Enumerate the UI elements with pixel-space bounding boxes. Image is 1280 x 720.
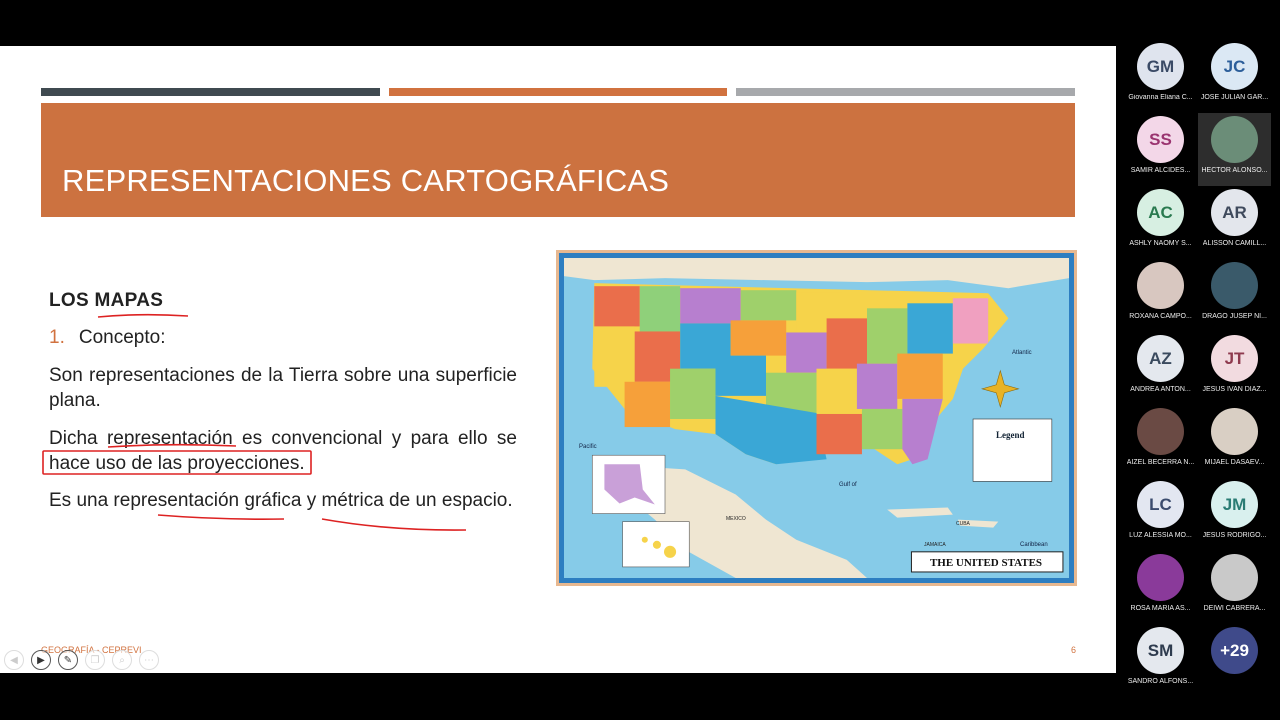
participant-tile[interactable]: GM Giovanna Eliana C... (1124, 40, 1197, 113)
next-icon[interactable]: ▶ (31, 650, 51, 670)
map-label-pacific: Pacific (579, 444, 597, 450)
participant-tile[interactable]: ROXANA CAMPO... (1124, 259, 1197, 332)
participant-name: DEIWI CABRERA... (1203, 605, 1266, 612)
participant-tile[interactable]: JT JESÚS IVAN DIAZ... (1198, 332, 1271, 405)
participant-name: LUZ ALESSIA MO... (1129, 532, 1192, 539)
participant-tile[interactable]: AZ ANDREA ANTON... (1124, 332, 1197, 405)
participants-panel: GM Giovanna Eliana C... JC JOSE JULIAN GAR.… (1124, 40, 1274, 700)
map-label-cuba: CUBA (956, 521, 970, 527)
title-band: REPRESENTACIONES CARTOGRÁFICAS (41, 103, 1075, 217)
screen: REPRESENTACIONES CARTOGRÁFICAS LOS MAPAS… (0, 0, 1280, 720)
participant-avatar: AC (1137, 189, 1184, 236)
paragraph-convention: Dicha representación es convencional y p… (49, 428, 517, 474)
participant-photo (1137, 408, 1184, 455)
map-legend-title: Legend (996, 430, 1025, 440)
participant-avatar: SM (1137, 627, 1184, 674)
participant-photo (1137, 262, 1184, 309)
participant-avatar: SS (1137, 116, 1184, 163)
us-map-image: Legend THE UNITED STATES Pacific Atlanti… (556, 250, 1077, 586)
zoom-icon[interactable]: ⌕ (112, 650, 132, 670)
slide-page-number: 6 (1070, 645, 1076, 655)
map-label-mexico: MEXICO (726, 516, 746, 522)
participant-avatar: JC (1211, 43, 1258, 90)
pen-icon[interactable]: ✎ (58, 650, 78, 670)
participant-name: MIJAEL DASAEV... (1204, 459, 1265, 466)
paragraph-graphic: Es una representación gráfica y métrica … (49, 490, 513, 511)
participant-photo (1137, 554, 1184, 601)
list-item-label: Concepto: (78, 327, 166, 348)
participant-tile[interactable]: JM JESUS RODRIGO... (1198, 478, 1271, 551)
decorative-bar-orange (389, 88, 727, 96)
participant-avatar: +29 (1211, 627, 1258, 674)
participant-name: ROXANA CAMPO... (1129, 313, 1192, 320)
participant-name: HECTOR ALONSO... (1201, 167, 1268, 174)
participant-tile[interactable]: +29 (1198, 624, 1271, 697)
presentation-slide: REPRESENTACIONES CARTOGRÁFICAS LOS MAPAS… (0, 46, 1116, 673)
participant-photo (1211, 554, 1258, 601)
list-number: 1. (49, 327, 65, 348)
participant-name: JESÚS IVAN DIAZ... (1202, 386, 1267, 393)
participant-tile[interactable]: DRAGO JUSEP NI... (1198, 259, 1271, 332)
section-heading: LOS MAPAS (49, 290, 164, 311)
more-icon[interactable]: ⋯ (139, 650, 159, 670)
participant-avatar: LC (1137, 481, 1184, 528)
participant-name: ASHLY NAOMY S... (1129, 240, 1192, 247)
participant-photo (1211, 408, 1258, 455)
participant-avatar: JM (1211, 481, 1258, 528)
participant-photo (1211, 262, 1258, 309)
participant-name: JOSE JULIAN GAR... (1200, 94, 1269, 101)
participant-name: ANDREA ANTON... (1130, 386, 1191, 393)
prev-icon[interactable]: ◀ (4, 650, 24, 670)
participant-name: SAMIR ALCIDES... (1130, 167, 1191, 174)
participant-tile[interactable]: LC LUZ ALESSIA MO... (1124, 478, 1197, 551)
participant-tile[interactable]: MIJAEL DASAEV... (1198, 405, 1271, 478)
participant-name: ALISSON CAMILL... (1202, 240, 1267, 247)
participant-tile[interactable]: DEIWI CABRERA... (1198, 551, 1271, 624)
participant-name: JESUS RODRIGO... (1202, 532, 1267, 539)
participant-name: AIZEL BECERRA N... (1126, 459, 1195, 466)
participant-tile[interactable]: SM SANDRO ALFONS... (1124, 624, 1197, 697)
participant-tile[interactable]: AC ASHLY NAOMY S... (1124, 186, 1197, 259)
participant-avatar: GM (1137, 43, 1184, 90)
slide-controls: ◀ ▶ ✎ ❐ ⌕ ⋯ (4, 650, 159, 670)
paragraph-definition: Son representaciones de la Tierra sobre … (49, 365, 517, 411)
list-item: 1. Concepto: (49, 327, 165, 349)
map-banner: THE UNITED STATES (929, 557, 1043, 569)
participant-name: ROSA MARIA AS... (1130, 605, 1191, 612)
participant-tile[interactable]: JC JOSE JULIAN GAR... (1198, 40, 1271, 113)
participant-tile[interactable]: AIZEL BECERRA N... (1124, 405, 1197, 478)
participant-name: SANDRO ALFONS... (1127, 678, 1194, 685)
participant-tile[interactable]: HECTOR ALONSO... (1198, 113, 1271, 186)
map-label-gulf: Gulf of (839, 482, 857, 488)
map-canvas: Legend THE UNITED STATES Pacific Atlanti… (559, 253, 1074, 583)
slide-title: REPRESENTACIONES CARTOGRÁFICAS (62, 163, 670, 198)
map-label-caribbean: Caribbean (1020, 542, 1048, 548)
participant-photo (1211, 116, 1258, 163)
decorative-bar-gray (736, 88, 1075, 96)
participant-avatar: AR (1211, 189, 1258, 236)
participant-tile[interactable]: AR ALISSON CAMILL... (1198, 186, 1271, 259)
participant-tile[interactable]: SS SAMIR ALCIDES... (1124, 113, 1197, 186)
copy-icon[interactable]: ❐ (85, 650, 105, 670)
decorative-bar-dark (41, 88, 380, 96)
map-label-atlantic: Atlantic (1012, 350, 1032, 356)
participant-avatar: JT (1211, 335, 1258, 382)
participant-avatar: AZ (1137, 335, 1184, 382)
participant-tile[interactable]: ROSA MARIA AS... (1124, 551, 1197, 624)
participant-name: DRAGO JUSEP NI... (1202, 313, 1267, 320)
participant-name: Giovanna Eliana C... (1128, 94, 1193, 101)
map-label-jamaica: JAMAICA (924, 542, 946, 548)
